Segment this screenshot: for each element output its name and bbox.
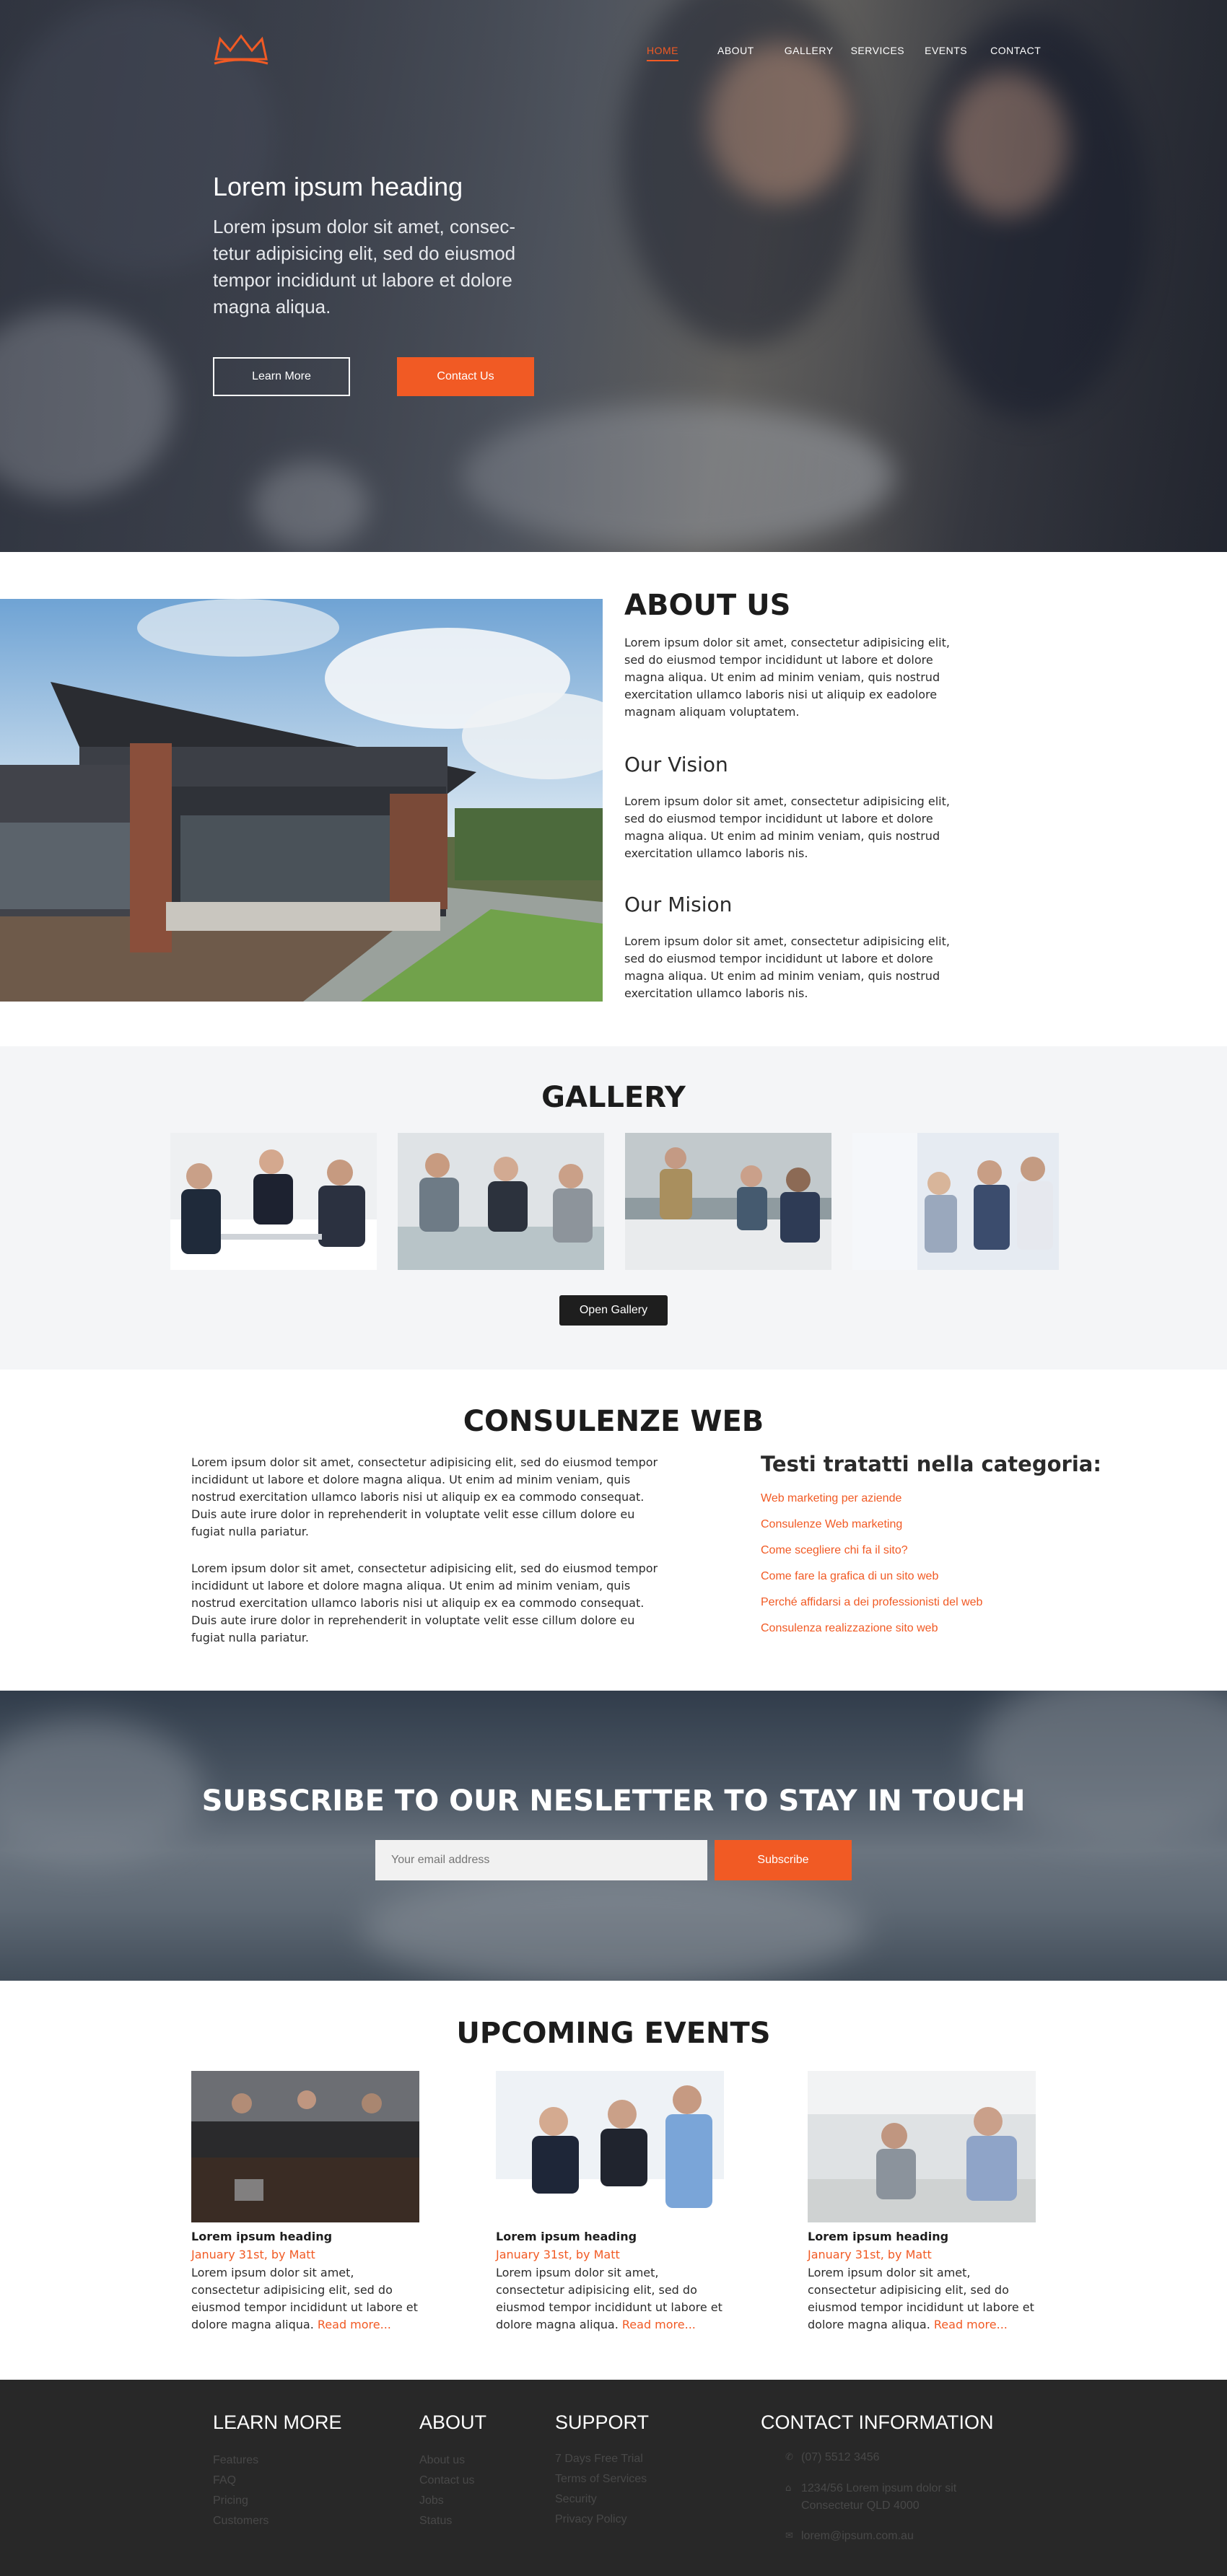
- hero-heading: Lorem ipsum heading: [213, 172, 463, 201]
- about-text: Lorem ipsum dolor sit amet, consectetur …: [624, 636, 950, 719]
- consulenze-paragraph-2: Lorem ipsum dolor sit amet, consectetur …: [191, 1561, 658, 1644]
- home-icon: ⌂: [785, 2483, 792, 2494]
- event-image-2[interactable]: [496, 2071, 724, 2222]
- footer-support-title: SUPPORT: [555, 2411, 650, 2433]
- footer-link[interactable]: Privacy Policy: [555, 2510, 647, 2530]
- open-gallery-button[interactable]: Open Gallery: [559, 1295, 668, 1326]
- footer-link[interactable]: Customers: [213, 2511, 268, 2531]
- vision-title: Our Vision: [624, 753, 728, 776]
- event-heading: Lorem ipsum heading: [191, 2230, 333, 2243]
- nav-contact[interactable]: CONTACT: [990, 45, 1041, 61]
- contact-phone: (07) 5512 3456: [801, 2451, 880, 2463]
- nav-events[interactable]: EVENTS: [925, 45, 967, 61]
- main-nav: HOME ABOUT GALLERY SERVICES EVENTS CONTA…: [647, 45, 1041, 61]
- nav-services[interactable]: SERVICES: [851, 45, 905, 61]
- footer-link[interactable]: Security: [555, 2489, 647, 2510]
- footer-link[interactable]: 7 Days Free Trial: [555, 2449, 647, 2469]
- footer-learn-more-list: Features FAQ Pricing Customers: [213, 2450, 268, 2531]
- category-link[interactable]: Come scegliere chi fa il sito?: [761, 1541, 982, 1567]
- gallery-image-1[interactable]: [170, 1133, 377, 1270]
- event-image-1[interactable]: [191, 2071, 419, 2222]
- gallery-title: GALLERY: [541, 1081, 686, 1114]
- contact-address-line1: 1234/56 Lorem ipsum dolor sit: [801, 2482, 957, 2494]
- footer-link[interactable]: About us: [419, 2450, 474, 2471]
- mission-title: Our Mision: [624, 893, 733, 916]
- about-building-image: [0, 599, 603, 1002]
- contact-address-line2: Consectetur QLD 4000: [801, 2500, 920, 2512]
- event-text: Lorem ipsum dolor sit amet, consectetur …: [191, 2264, 422, 2334]
- footer-support-list: 7 Days Free Trial Terms of Services Secu…: [555, 2449, 647, 2530]
- hero-text: Lorem ipsum dolor sit amet, consec-tetur…: [213, 216, 516, 317]
- contact-us-button[interactable]: Contact Us: [397, 357, 534, 396]
- newsletter-section: SUBSCRIBE TO OUR NESLETTER TO STAY IN TO…: [0, 1691, 1227, 1981]
- event-card: Lorem ipsum heading January 31st, by Mat…: [808, 2071, 1039, 2334]
- newsletter-title: SUBSCRIBE TO OUR NESLETTER TO STAY IN TO…: [201, 1784, 1026, 1818]
- footer-learn-more-title: LEARN MORE: [213, 2411, 342, 2433]
- nav-about[interactable]: ABOUT: [717, 45, 754, 61]
- footer-link[interactable]: Features: [213, 2450, 268, 2471]
- footer-link[interactable]: Contact us: [419, 2471, 474, 2491]
- read-more-link[interactable]: Read more...: [934, 2318, 1008, 2331]
- gallery-image-3[interactable]: [625, 1133, 831, 1270]
- consulenze-paragraph-1: Lorem ipsum dolor sit amet, consectetur …: [191, 1455, 658, 1538]
- nav-home[interactable]: HOME: [647, 45, 678, 61]
- footer: LEARN MORE Features FAQ Pricing Customer…: [0, 2380, 1227, 2576]
- consulenze-title: CONSULENZE WEB: [463, 1405, 764, 1438]
- category-link[interactable]: Consulenze Web marketing: [761, 1515, 982, 1541]
- footer-link[interactable]: Terms of Services: [555, 2469, 647, 2489]
- category-link[interactable]: Consulenza realizzazione sito web: [761, 1619, 982, 1645]
- crown-logo-icon[interactable]: [213, 32, 269, 66]
- about-title: ABOUT US: [624, 589, 791, 622]
- footer-link[interactable]: Jobs: [419, 2491, 474, 2511]
- mail-icon: ✉: [785, 2531, 793, 2541]
- footer-about-list: About us Contact us Jobs Status: [419, 2450, 474, 2531]
- event-heading: Lorem ipsum heading: [808, 2230, 949, 2243]
- read-more-link[interactable]: Read more...: [622, 2318, 696, 2331]
- footer-link[interactable]: Pricing: [213, 2491, 268, 2511]
- category-link[interactable]: Web marketing per aziende: [761, 1489, 982, 1515]
- footer-contact-title: CONTACT INFORMATION: [761, 2411, 994, 2433]
- mission-text: Lorem ipsum dolor sit amet, consectetur …: [624, 934, 950, 1000]
- read-more-link[interactable]: Read more...: [318, 2318, 391, 2331]
- hero-section: HOME ABOUT GALLERY SERVICES EVENTS CONTA…: [0, 0, 1227, 552]
- footer-about-title: ABOUT: [419, 2411, 487, 2433]
- event-text: Lorem ipsum dolor sit amet, consectetur …: [496, 2264, 727, 2334]
- nav-gallery[interactable]: GALLERY: [785, 45, 834, 61]
- event-date: January 31st, by Matt: [191, 2248, 315, 2261]
- event-card: Lorem ipsum heading January 31st, by Mat…: [496, 2071, 727, 2334]
- event-date: January 31st, by Matt: [808, 2248, 932, 2261]
- contact-email[interactable]: lorem@ipsum.com.au: [801, 2528, 914, 2545]
- learn-more-button[interactable]: Learn More: [213, 357, 350, 396]
- gallery-section: GALLERY Open Gallery: [0, 1046, 1227, 1370]
- subscribe-button[interactable]: Subscribe: [715, 1840, 852, 1880]
- footer-link[interactable]: Status: [419, 2511, 474, 2531]
- vision-text: Lorem ipsum dolor sit amet, consectetur …: [624, 794, 950, 860]
- event-text: Lorem ipsum dolor sit amet, consectetur …: [808, 2264, 1039, 2334]
- gallery-image-4[interactable]: [852, 1133, 1059, 1270]
- event-card: Lorem ipsum heading January 31st, by Mat…: [191, 2071, 422, 2334]
- event-date: January 31st, by Matt: [496, 2248, 620, 2261]
- event-image-3[interactable]: [808, 2071, 1036, 2222]
- gallery-image-2[interactable]: [398, 1133, 604, 1270]
- email-input[interactable]: [375, 1840, 707, 1880]
- category-link[interactable]: Come fare la grafica di un sito web: [761, 1567, 982, 1593]
- category-list: Web marketing per aziende Consulenze Web…: [761, 1489, 982, 1645]
- category-link[interactable]: Perché affidarsi a dei professionisti de…: [761, 1593, 982, 1619]
- footer-link[interactable]: FAQ: [213, 2471, 268, 2491]
- phone-icon: ✆: [785, 2452, 793, 2463]
- event-heading: Lorem ipsum heading: [496, 2230, 637, 2243]
- category-title: Testi tratatti nella categoria:: [761, 1452, 1101, 1476]
- events-title: UPCOMING EVENTS: [456, 2017, 771, 2050]
